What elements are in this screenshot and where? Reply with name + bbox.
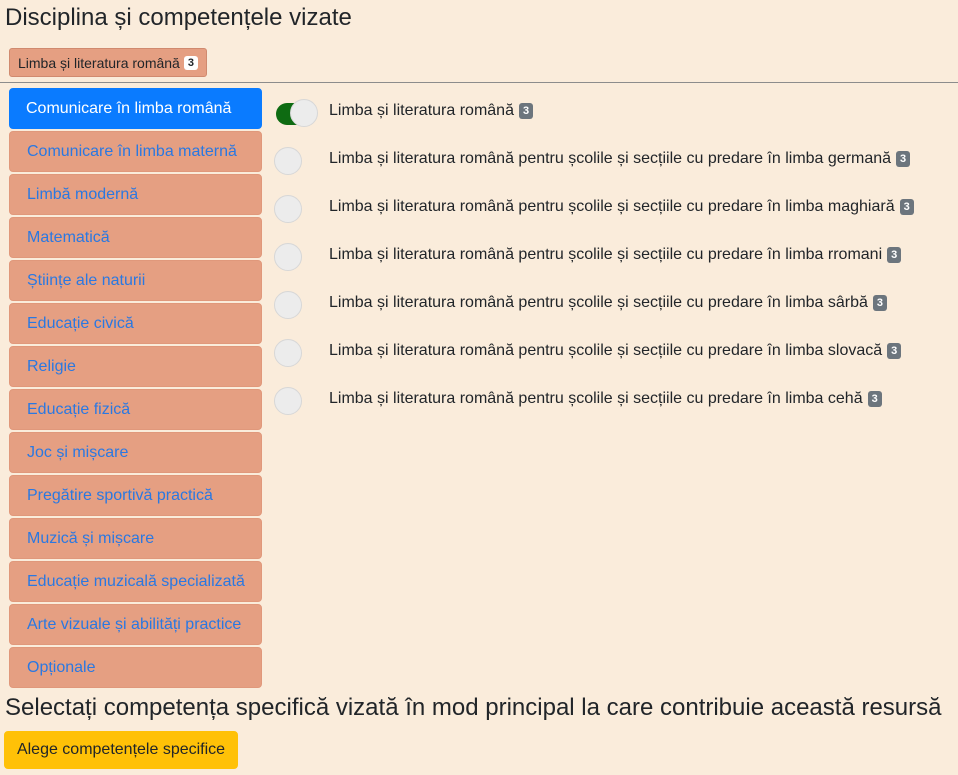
sidebar-item-educatie-fizica[interactable]: Educație fizică xyxy=(9,389,262,430)
option-label: Limba și literatura română xyxy=(329,102,514,119)
page-title: Disciplina și competențele vizate xyxy=(5,4,352,31)
sidebar-item-pregatire-sportiva[interactable]: Pregătire sportivă practică xyxy=(9,475,262,516)
option-toggle[interactable] xyxy=(274,387,318,415)
sidebar-item-joc-miscare[interactable]: Joc și mișcare xyxy=(9,432,262,473)
selected-discipline-chip[interactable]: Limba și literatura română 3 xyxy=(9,48,207,77)
sidebar-item-educatie-civica[interactable]: Educație civică xyxy=(9,303,262,344)
discipline-options-list: Limba și literatura română 3 Limba și li… xyxy=(274,87,914,423)
option-label: Limba și literatura română pentru școlil… xyxy=(329,198,895,215)
option-row: Limba și literatura română pentru școlil… xyxy=(274,183,914,231)
option-row: Limba și literatura română pentru școlil… xyxy=(274,327,914,375)
divider xyxy=(0,82,958,83)
option-row: Limba și literatura română pentru școlil… xyxy=(274,279,914,327)
option-toggle[interactable] xyxy=(274,243,318,271)
sidebar-item-comunicare-limba-materna[interactable]: Comunicare în limba maternă xyxy=(9,131,262,172)
option-label: Limba și literatura română pentru școlil… xyxy=(329,342,883,359)
option-count-badge: 3 xyxy=(887,247,902,263)
sidebar-item-muzica-miscare[interactable]: Muzică și mișcare xyxy=(9,518,262,559)
chip-count-badge: 3 xyxy=(183,55,198,70)
choose-competences-button[interactable]: Alege competențele specifice xyxy=(4,731,238,769)
option-row: Limba și literatura română 3 xyxy=(274,87,914,135)
chip-label: Limba și literatura română xyxy=(18,54,180,71)
option-count-badge: 3 xyxy=(518,103,534,119)
sidebar-item-stiinte-naturii[interactable]: Științe ale naturii xyxy=(9,260,262,301)
discipline-area-sidebar: Comunicare în limba română Comunicare în… xyxy=(9,88,262,688)
option-count-badge: 3 xyxy=(896,151,911,167)
option-label: Limba și literatura română pentru școlil… xyxy=(329,246,883,263)
option-toggle[interactable] xyxy=(274,99,318,127)
option-count-badge: 3 xyxy=(887,343,902,359)
option-toggle[interactable] xyxy=(274,147,318,175)
option-row: Limba și literatura română pentru școlil… xyxy=(274,135,914,183)
option-toggle[interactable] xyxy=(274,195,318,223)
option-toggle[interactable] xyxy=(274,291,318,319)
option-label: Limba și literatura română pentru școlil… xyxy=(329,294,868,311)
option-label: Limba și literatura română pentru școlil… xyxy=(329,390,863,407)
sidebar-item-arte-vizuale[interactable]: Arte vizuale și abilități practice xyxy=(9,604,262,645)
sidebar-item-limba-moderna[interactable]: Limbă modernă xyxy=(9,174,262,215)
option-row: Limba și literatura română pentru școlil… xyxy=(274,231,914,279)
sidebar-item-matematica[interactable]: Matematică xyxy=(9,217,262,258)
option-row: Limba și literatura română pentru școlil… xyxy=(274,375,914,423)
sidebar-item-educatie-muzicala[interactable]: Educație muzicală specializată xyxy=(9,561,262,602)
option-count-badge: 3 xyxy=(872,295,888,311)
sidebar-item-optionale[interactable]: Opționale xyxy=(9,647,262,688)
competence-question: Selectați competența specifică vizată în… xyxy=(5,694,942,721)
option-label: Limba și literatura română pentru școlil… xyxy=(329,150,892,167)
sidebar-item-religie[interactable]: Religie xyxy=(9,346,262,387)
option-toggle[interactable] xyxy=(274,339,318,367)
option-count-badge: 3 xyxy=(899,199,914,215)
option-count-badge: 3 xyxy=(867,391,882,407)
sidebar-item-comunicare-limba-romana[interactable]: Comunicare în limba română xyxy=(9,88,262,129)
